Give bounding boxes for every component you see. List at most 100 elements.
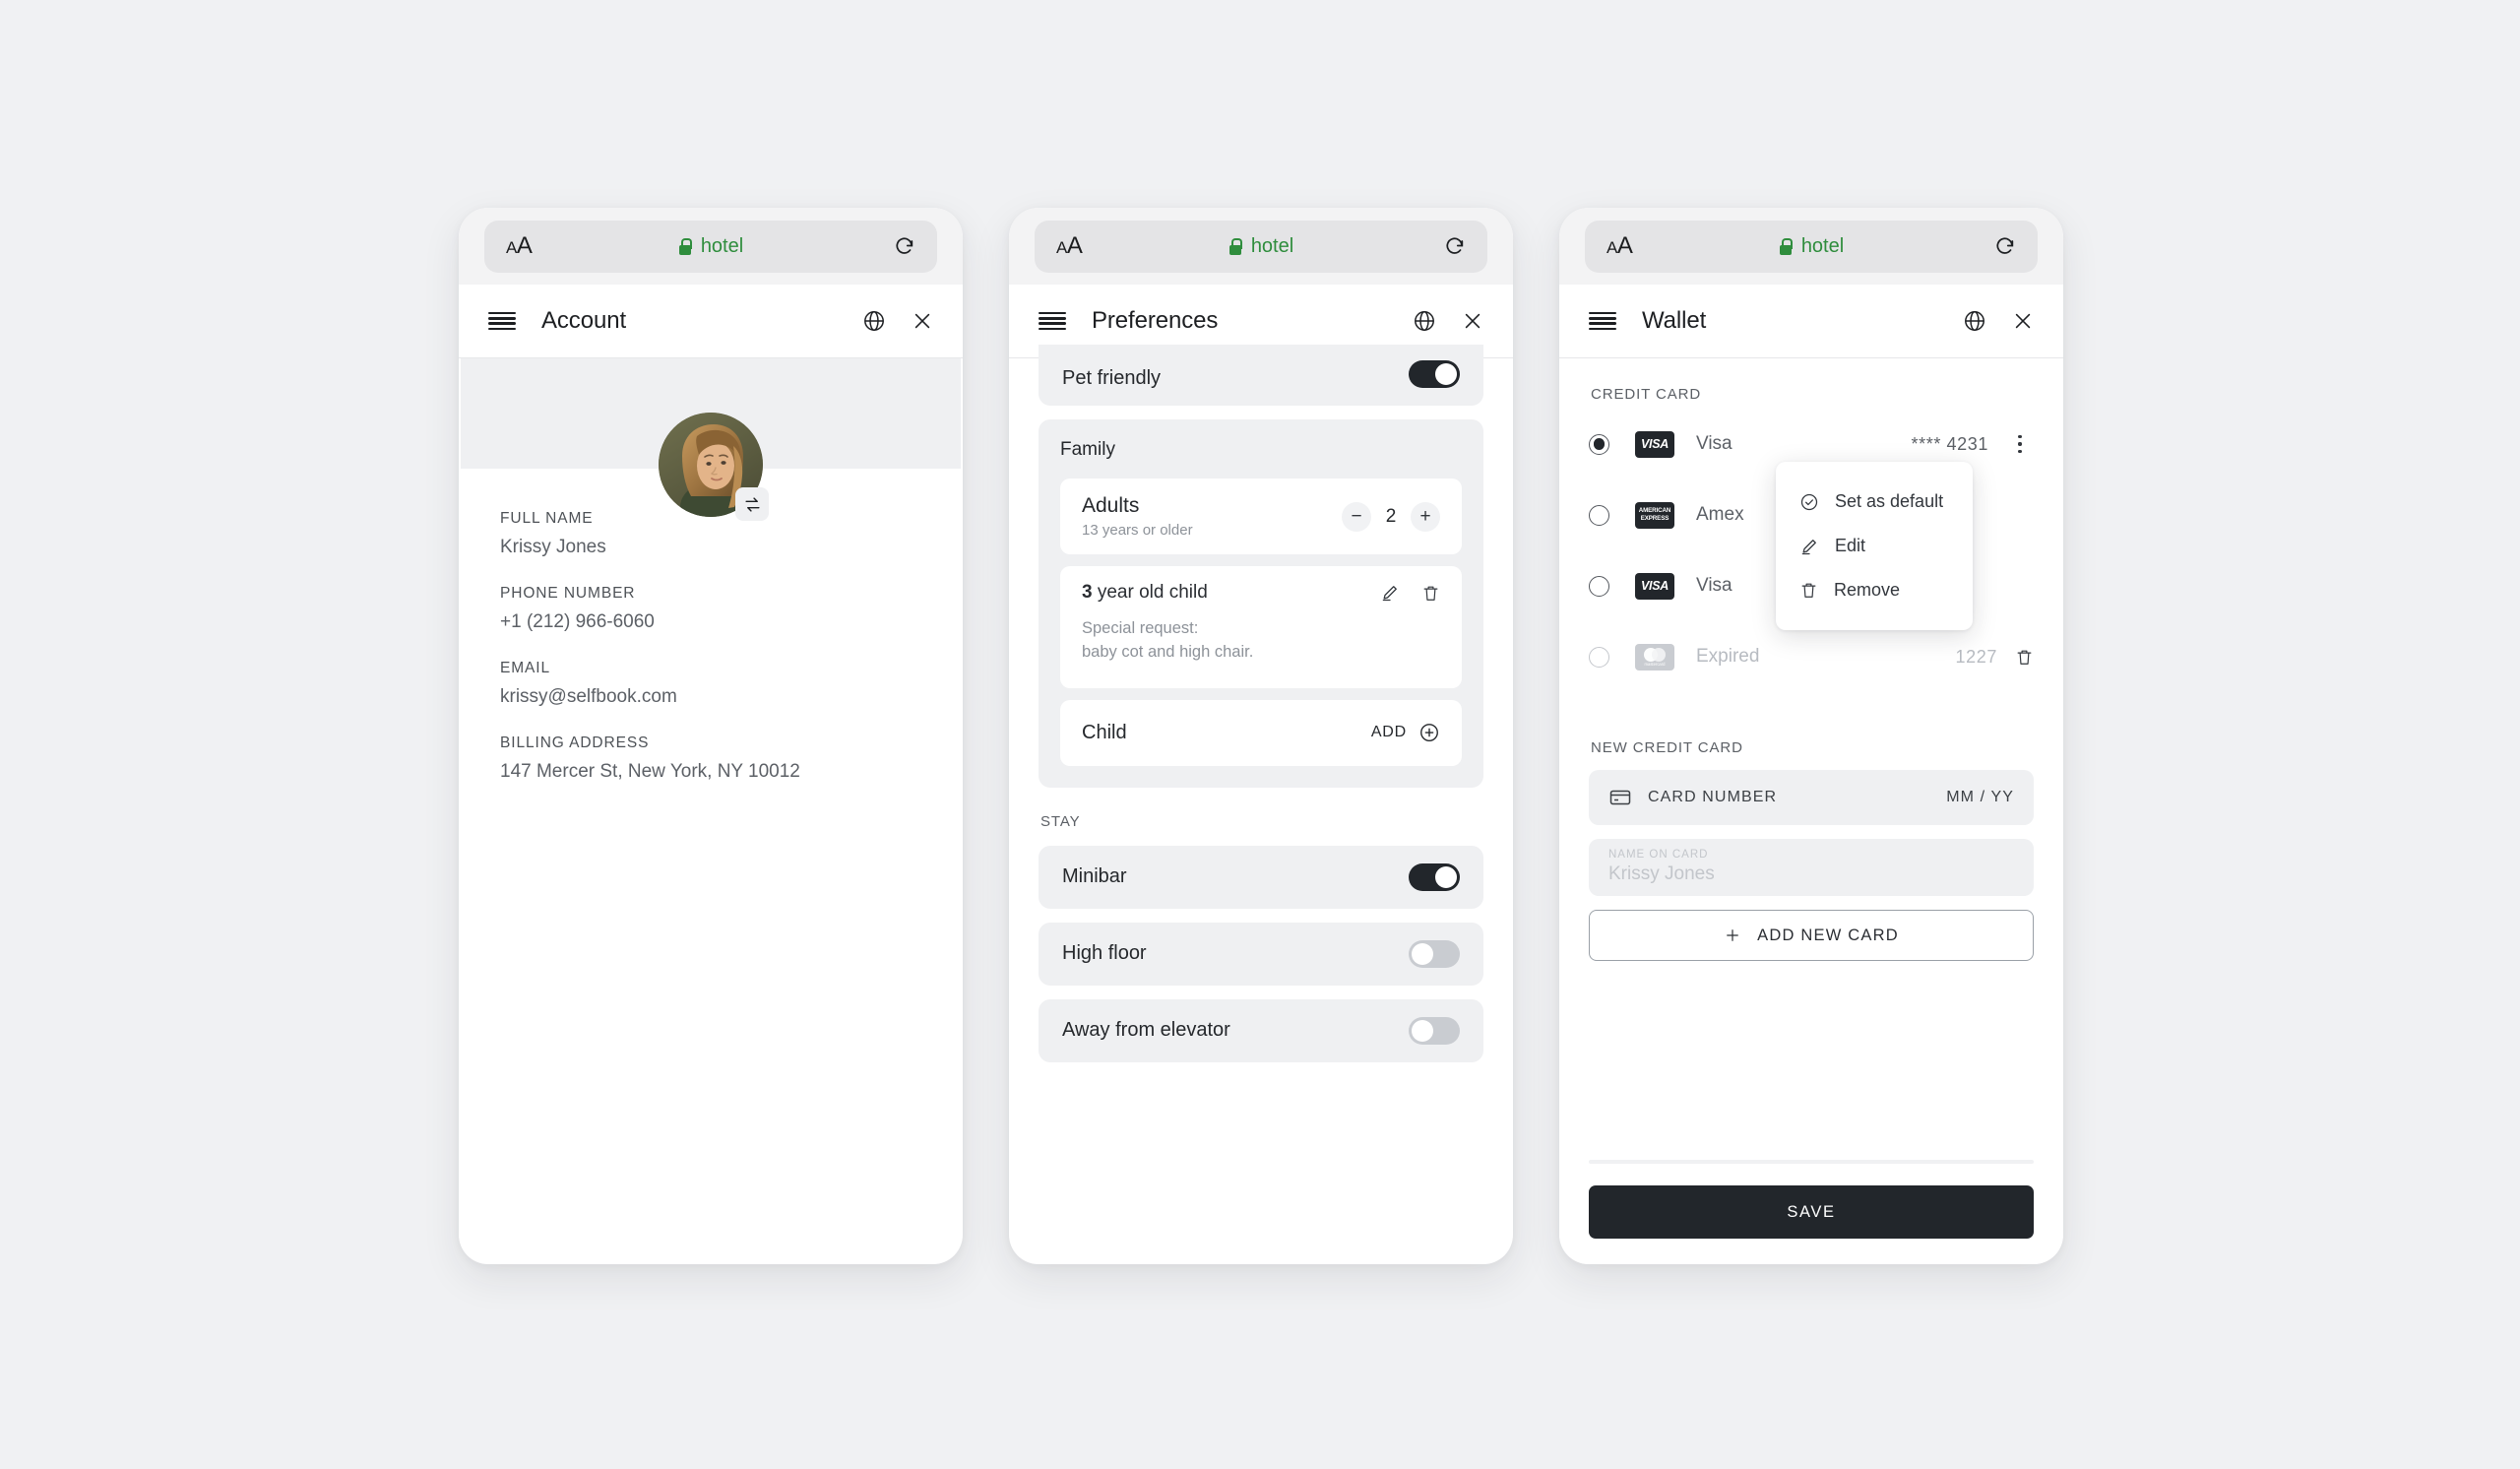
visa-logo-icon: VISA xyxy=(1635,430,1674,458)
special-request-label: Special request: xyxy=(1082,619,1199,637)
context-menu-item-label: Edit xyxy=(1835,536,1866,555)
pref-row-high-floor[interactable]: High floor xyxy=(1039,922,1483,986)
field-value[interactable]: Krissy Jones xyxy=(500,537,921,558)
context-menu-item-edit[interactable]: Edit xyxy=(1776,524,1973,568)
context-menu-item-label: Remove xyxy=(1834,580,1901,600)
adults-sublabel: 13 years or older xyxy=(1082,522,1193,539)
card-context-menu[interactable]: Set as default Edit Remove xyxy=(1776,462,1973,630)
dock-divider xyxy=(1589,1160,2034,1164)
add-child-row[interactable]: Child ADD xyxy=(1060,699,1462,766)
preferences-scroll-area[interactable]: Pet friendly Family Adults 13 years or o… xyxy=(1009,345,1513,1062)
adults-increment-button[interactable]: + xyxy=(1411,501,1440,532)
name-on-card-label: NAME ON CARD xyxy=(1608,849,1709,861)
globe-icon[interactable] xyxy=(1963,309,1986,333)
adults-label: Adults xyxy=(1082,494,1140,517)
child-age-suffix: year old child xyxy=(1092,582,1208,603)
field-full-name: FULL NAME Krissy Jones xyxy=(500,510,921,558)
wallet-body: CREDIT CARD VISA Visa **** 4231 AMERICAN… xyxy=(1559,358,2063,961)
card-number-field[interactable]: CARD NUMBER MM / YY xyxy=(1589,770,2034,825)
pref-row-away-from-elevator[interactable]: Away from elevator xyxy=(1039,998,1483,1062)
away-from-elevator-toggle[interactable] xyxy=(1409,1016,1460,1045)
field-label: BILLING ADDRESS xyxy=(500,734,650,751)
credit-card-icon xyxy=(1608,786,1632,809)
card-brand-name: Visa xyxy=(1696,433,1732,454)
field-label: EMAIL xyxy=(500,660,551,676)
pet-friendly-toggle[interactable] xyxy=(1409,360,1460,388)
family-title: Family xyxy=(1060,439,1115,460)
name-on-card-field[interactable]: NAME ON CARD Krissy Jones xyxy=(1589,839,2034,896)
context-menu-item-set-as-default[interactable]: Set as default xyxy=(1776,479,1973,524)
text-size-button[interactable]: AA xyxy=(1606,234,1633,258)
hamburger-icon[interactable] xyxy=(1589,312,1616,330)
text-size-button[interactable]: AA xyxy=(506,234,533,258)
trash-icon[interactable] xyxy=(2015,648,2034,667)
pencil-icon[interactable] xyxy=(1380,583,1400,603)
close-icon[interactable] xyxy=(2012,310,2034,332)
reload-icon[interactable] xyxy=(1444,235,1466,257)
card-brand-name: Amex xyxy=(1696,504,1744,525)
lock-icon xyxy=(1228,237,1243,255)
add-child-label: Child xyxy=(1082,721,1127,743)
high-floor-toggle[interactable] xyxy=(1409,939,1460,968)
field-billing-address: BILLING ADDRESS 147 Mercer St, New York,… xyxy=(500,734,921,783)
amex-logo-icon: AMERICAN EXPRESS xyxy=(1635,501,1674,529)
close-icon[interactable] xyxy=(1462,310,1483,332)
hamburger-icon[interactable] xyxy=(488,312,516,330)
card-radio-visa-2[interactable] xyxy=(1589,575,1609,597)
reload-icon[interactable] xyxy=(1994,235,2016,257)
preferences-phone-panel: AA hotel Preferences Pet friendly Family… xyxy=(1009,208,1513,1264)
field-value[interactable]: +1 (212) 966-6060 xyxy=(500,611,921,633)
family-card: Family Adults 13 years or older − 2 + 3 … xyxy=(1039,419,1483,788)
page-title: Preferences xyxy=(1092,307,1219,334)
add-child-action[interactable]: ADD xyxy=(1371,724,1407,741)
wallet-header: Wallet xyxy=(1559,285,2063,357)
trash-icon xyxy=(1799,581,1818,600)
field-value[interactable]: krissy@selfbook.com xyxy=(500,686,921,708)
page-title: Account xyxy=(541,307,627,334)
card-expiry-placeholder: MM / YY xyxy=(1946,789,2014,805)
pref-label: Pet friendly xyxy=(1062,367,1162,389)
close-icon[interactable] xyxy=(912,310,933,332)
field-value[interactable]: 147 Mercer St, New York, NY 10012 xyxy=(500,761,921,783)
address-bar[interactable]: AA hotel xyxy=(1585,220,2038,273)
brand-text: VISA xyxy=(1641,579,1669,593)
address-bar-host: hotel xyxy=(1250,234,1294,257)
minibar-toggle[interactable] xyxy=(1409,862,1460,891)
child-row: 3 year old child Special request: baby c… xyxy=(1060,566,1462,688)
card-last-four: **** 4231 xyxy=(1911,433,1988,454)
credit-card-section-label: CREDIT CARD xyxy=(1591,386,1702,403)
pref-row-minibar[interactable]: Minibar xyxy=(1039,845,1483,909)
plus-circle-icon[interactable] xyxy=(1418,722,1440,743)
adults-row: Adults 13 years or older − 2 + xyxy=(1060,479,1462,554)
text-size-button[interactable]: AA xyxy=(1056,234,1083,258)
mastercard-logo-icon: mastercard xyxy=(1635,643,1674,671)
add-new-card-label: ADD NEW CARD xyxy=(1757,926,1899,944)
card-radio-visa-4231[interactable] xyxy=(1589,433,1609,455)
adults-stepper[interactable]: − 2 + xyxy=(1342,501,1440,532)
pref-label: High floor xyxy=(1062,942,1147,965)
adults-decrement-button[interactable]: − xyxy=(1342,501,1371,532)
pref-row-pet-friendly[interactable]: Pet friendly xyxy=(1039,345,1483,406)
add-new-card-button[interactable]: ADD NEW CARD xyxy=(1589,910,2034,961)
context-menu-item-remove[interactable]: Remove xyxy=(1776,568,1973,612)
stay-section-label: STAY xyxy=(1040,812,1081,830)
hamburger-icon[interactable] xyxy=(1039,312,1066,330)
context-menu-item-label: Set as default xyxy=(1835,491,1944,511)
trash-icon[interactable] xyxy=(1421,584,1440,603)
address-bar[interactable]: AA hotel xyxy=(1035,220,1487,273)
swap-photo-icon[interactable] xyxy=(735,487,769,521)
address-bar[interactable]: AA hotel xyxy=(484,220,937,273)
card-radio-expired xyxy=(1589,646,1609,668)
globe-icon[interactable] xyxy=(862,309,886,333)
reload-icon[interactable] xyxy=(894,235,915,257)
card-brand-name: Visa xyxy=(1696,575,1732,596)
wallet-phone-panel: AA hotel Wallet CREDIT CARD VISA Visa **… xyxy=(1559,208,2063,1264)
card-radio-amex[interactable] xyxy=(1589,504,1609,526)
kebab-menu-icon[interactable] xyxy=(2006,434,2034,454)
card-row-expired: mastercard Expired 1227 xyxy=(1589,621,2034,692)
save-button[interactable]: SAVE xyxy=(1589,1185,2034,1239)
globe-icon[interactable] xyxy=(1413,309,1436,333)
field-label: PHONE NUMBER xyxy=(500,585,636,602)
pencil-icon xyxy=(1799,537,1819,556)
plus-icon xyxy=(1724,926,1741,944)
